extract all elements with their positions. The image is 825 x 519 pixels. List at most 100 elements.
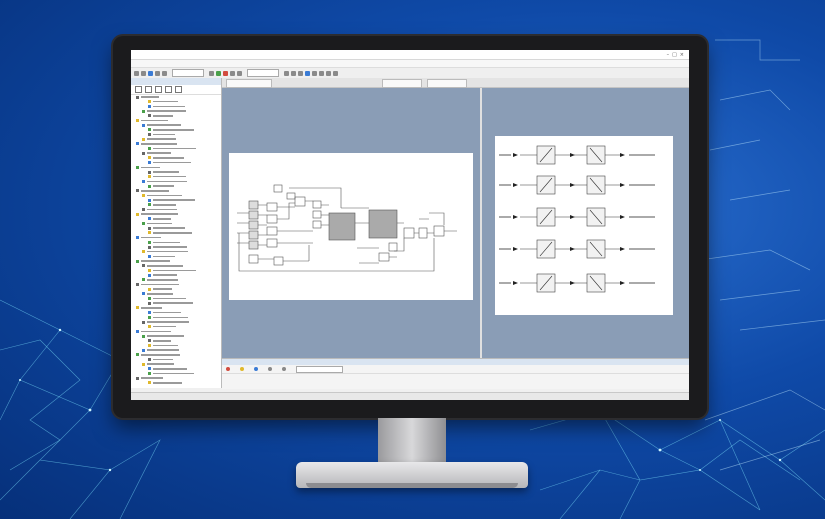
- window-titlebar: –□×: [131, 50, 689, 60]
- tool-icon[interactable]: [175, 86, 182, 93]
- tree-item[interactable]: [134, 381, 221, 386]
- tool-icon[interactable]: [298, 70, 303, 76]
- tree-node-icon: [148, 231, 151, 235]
- block-diagram-sheet[interactable]: [229, 153, 473, 300]
- filter-errors[interactable]: [226, 367, 232, 371]
- tree-item-label: [147, 180, 187, 183]
- tree-node-icon: [142, 292, 145, 296]
- tool-icon[interactable]: [319, 70, 324, 76]
- toolbar-dropdown[interactable]: [247, 69, 279, 77]
- tree-item-label: [147, 293, 173, 295]
- tree-node-icon: [142, 208, 145, 211]
- undo-icon[interactable]: [155, 70, 160, 76]
- stop-icon[interactable]: [223, 70, 228, 76]
- tree-node-icon: [148, 170, 151, 174]
- tree-item-label: [141, 260, 170, 262]
- zoom-out-icon[interactable]: [291, 70, 296, 76]
- panel-toolbar: [131, 85, 221, 95]
- tree-item-label: [153, 105, 185, 108]
- block-icon[interactable]: [145, 86, 152, 93]
- filter-other[interactable]: [282, 367, 288, 371]
- info-icon: [254, 367, 258, 371]
- tree-item-label: [147, 363, 174, 365]
- tree-node-icon: [148, 128, 151, 132]
- tool-icon[interactable]: [305, 70, 310, 76]
- tree-item-label: [153, 311, 181, 314]
- tool-icon[interactable]: [237, 70, 242, 76]
- editor-tab[interactable]: [382, 79, 422, 88]
- tree-item-label: [153, 157, 184, 159]
- tree-item-label: [141, 330, 171, 333]
- filter-icon: [268, 367, 272, 371]
- new-icon[interactable]: [134, 70, 139, 76]
- tree-item-label: [153, 147, 196, 150]
- tree-node-icon: [136, 142, 139, 146]
- tree-node-icon: [148, 339, 151, 343]
- tree-item-label: [153, 316, 188, 319]
- tree-item-label: [153, 171, 179, 173]
- tree-node-icon: [142, 250, 145, 254]
- tool-icon[interactable]: [230, 70, 235, 76]
- tree-node-icon: [148, 203, 151, 207]
- tree-item-label: [153, 344, 178, 347]
- tool-icon[interactable]: [312, 70, 317, 76]
- tree-item-label: [153, 372, 194, 375]
- filter-icon: [282, 367, 286, 371]
- tree-node-icon: [148, 184, 151, 188]
- filter-info[interactable]: [254, 367, 260, 371]
- warning-icon: [240, 367, 244, 371]
- tree-node-icon: [148, 311, 151, 315]
- tree-item-label: [153, 218, 171, 220]
- tree-node-icon: [148, 367, 151, 371]
- tree-node-icon: [148, 104, 151, 108]
- tool-icon[interactable]: [165, 86, 172, 93]
- tree-item-label: [153, 227, 185, 230]
- tree-node-icon: [148, 297, 151, 301]
- tree-node-icon: [136, 306, 139, 310]
- filter-other[interactable]: [268, 367, 274, 371]
- panel-header: [131, 78, 221, 85]
- tree-item-label: [141, 283, 179, 286]
- tree-node-icon: [136, 95, 139, 99]
- tree-node-icon: [148, 226, 151, 230]
- zoom-in-icon[interactable]: [284, 70, 289, 76]
- tree-node-icon: [142, 320, 145, 324]
- tree-node-icon: [136, 376, 139, 380]
- tree-node-icon: [136, 165, 139, 169]
- tree-node-icon: [148, 358, 151, 361]
- filter-warnings[interactable]: [240, 367, 246, 371]
- tree-item-label: [141, 119, 168, 122]
- close-icon[interactable]: ×: [680, 52, 687, 58]
- tree-node-icon: [142, 362, 145, 366]
- tool-icon[interactable]: [333, 70, 338, 76]
- tree-node-icon: [136, 212, 139, 216]
- tree-item-label: [147, 138, 176, 140]
- tree-node-icon: [142, 179, 145, 183]
- tree-node-icon: [148, 133, 151, 136]
- save-icon[interactable]: [148, 70, 153, 76]
- menu-bar: [131, 60, 689, 68]
- tool-icon[interactable]: [326, 70, 331, 76]
- tool-icon[interactable]: [155, 86, 162, 93]
- tree-node-icon: [148, 287, 151, 291]
- tree-item-label: [147, 279, 178, 281]
- editor-tab[interactable]: [427, 79, 467, 88]
- tree-item-label: [153, 114, 173, 117]
- maximize-icon[interactable]: □: [672, 52, 680, 58]
- signal-chain-sheet[interactable]: [495, 136, 673, 315]
- toolbar-dropdown[interactable]: [172, 69, 204, 77]
- tree-node-icon: [148, 175, 151, 179]
- open-icon[interactable]: [141, 70, 146, 76]
- tree-item-label: [147, 110, 186, 112]
- tree-item-label: [147, 194, 182, 197]
- tree-node-icon: [148, 156, 151, 160]
- tree-item-label: [153, 199, 195, 201]
- folder-icon[interactable]: [135, 86, 142, 93]
- tool-icon[interactable]: [209, 70, 214, 76]
- run-icon[interactable]: [216, 70, 221, 76]
- tree-item-label: [147, 321, 189, 323]
- messages-search-input[interactable]: [296, 365, 343, 373]
- tree-item-label: [147, 250, 188, 253]
- redo-icon[interactable]: [162, 70, 167, 76]
- editor-tab[interactable]: [226, 79, 272, 88]
